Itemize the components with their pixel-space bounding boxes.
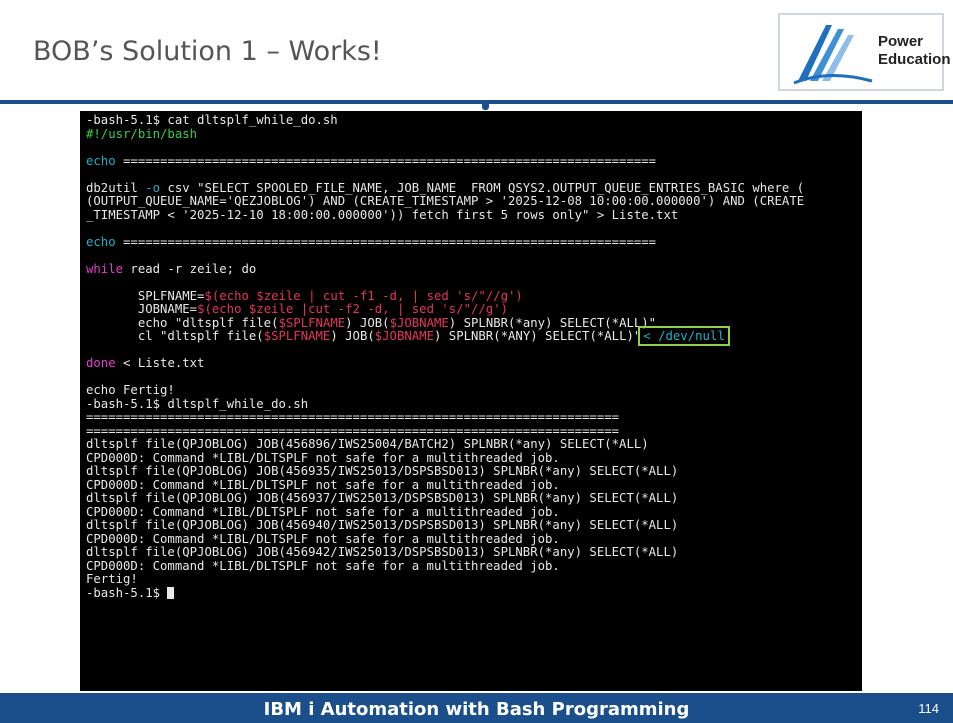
terminal-text: db2util [86,180,146,195]
terminal-text: ========================================… [123,153,657,168]
terminal-text: $JOBNAME [389,315,449,330]
terminal-line: db2util -o csv "SELECT SPOOLED_FILE_NAME… [86,180,862,196]
terminal-line: ========================================… [86,410,862,425]
slide-title: BOB’s Solution 1 – Works! [33,36,382,67]
terminal-line: echo ===================================… [86,153,862,169]
terminal-line: -bash-5.1$ dltsplf_while_do.sh [86,396,862,412]
logo-line-1: Power [878,33,924,50]
terminal-line: ========================================… [86,423,862,439]
terminal-text: ========================================… [86,423,620,438]
terminal-cursor[interactable] [167,586,175,599]
terminal-text: Fertig! [86,572,138,586]
terminal-text: CPD000D: Command *LIBL/DLTSPLF not safe … [86,558,560,573]
terminal-text: dltsplf file(QPJOBLOG) JOB(456937/IWS250… [86,491,679,505]
footer-bar: IBM i Automation with Bash Programming 1… [0,693,953,723]
terminal-text: CPD000D: Command *LIBL/DLTSPLF not safe … [86,531,560,546]
terminal-text: #!/usr/bin/bash [86,126,198,141]
terminal-line: JOBNAME=$(echo $zeile |cut -f2 -d, | sed… [86,302,862,317]
terminal-line: -bash-5.1$ [86,585,862,601]
terminal-text: $(echo $zeile | cut -f1 -d, | sed 's/"//… [204,288,523,303]
terminal-text: -bash-5.1$ [86,585,168,600]
terminal-line: dltsplf file(QPJOBLOG) JOB(456942/IWS250… [86,545,862,560]
book-logo-icon [793,25,873,85]
terminal-text: echo "dltsplf file( [86,315,279,330]
terminal-line: CPD000D: Command *LIBL/DLTSPLF not safe … [86,450,862,466]
terminal-text: $(echo $zeile |cut -f2 -d, | sed 's/"//g… [197,302,509,316]
terminal-text: JOBNAME= [86,302,198,316]
slide: BOB’s Solution 1 – Works! Power Educatio… [0,0,953,723]
terminal-text: -o [145,180,161,195]
terminal-line: cl "dltsplf file($SPLFNAME) JOB($JOBNAME… [86,326,862,346]
terminal-line: dltsplf file(QPJOBLOG) JOB(456935/IWS250… [86,464,862,479]
terminal-text: cl "dltsplf file( [86,329,264,343]
terminal-screenshot: -bash-5.1$ cat dltsplf_while_do.sh #!/usr… [80,111,862,691]
page-number: 114 [918,701,939,716]
terminal-line: echo Fertig! [86,383,862,398]
title-bar: BOB’s Solution 1 – Works! Power Educatio… [0,0,953,104]
highlighted-redirect: < /dev/null [638,326,730,346]
terminal-text: echo [86,153,124,168]
terminal-text: _TIMESTAMP < '2025-12-10 18:00:00.000000… [86,207,679,222]
title-underline-mark [482,104,489,110]
terminal-text: $JOBNAME [374,329,434,343]
terminal-text: dltsplf file(QPJOBLOG) JOB(456942/IWS250… [86,545,679,559]
terminal-line: done < Liste.txt [86,356,862,371]
terminal-text: (OUTPUT_QUEUE_NAME='QEZJOBLOG') AND (CRE… [86,194,805,208]
terminal-text: echo [86,234,124,249]
terminal-text: SPLFNAME= [86,288,205,303]
terminal-line: CPD000D: Command *LIBL/DLTSPLF not safe … [86,531,862,547]
terminal-text: $SPLFNAME [263,329,331,343]
terminal-text: CPD000D: Command *LIBL/DLTSPLF not safe … [86,450,560,465]
terminal-text: -bash-5.1$ cat dltsplf_while_do.sh [86,113,338,127]
terminal-text: -bash-5.1$ dltsplf_while_do.sh [86,396,309,411]
terminal-line: (OUTPUT_QUEUE_NAME='QEZJOBLOG') AND (CRE… [86,194,862,209]
terminal-text: ) JOB( [330,329,375,343]
terminal-line: Fertig! [86,572,862,587]
logo-line-2: Education [878,51,951,68]
terminal-text: ========================================… [86,410,620,424]
terminal-line: _TIMESTAMP < '2025-12-10 18:00:00.000000… [86,207,862,223]
power-education-logo: Power Education [778,13,951,91]
terminal-line: dltsplf file(QPJOBLOG) JOB(456940/IWS250… [86,518,862,533]
terminal-text: < Liste.txt [115,356,205,370]
terminal-text: csv "SELECT SPOOLED_FILE_NAME, JOB_NAME … [160,180,805,195]
terminal-line: echo "dltsplf file($SPLFNAME) JOB($JOBNA… [86,315,862,331]
terminal-line: SPLFNAME=$(echo $zeile | cut -f1 -d, | s… [86,288,862,304]
terminal-line: #!/usr/bin/bash [86,126,862,142]
terminal-text: ========================================… [123,234,657,249]
terminal-text: $SPLFNAME [278,315,346,330]
terminal-line: CPD000D: Command *LIBL/DLTSPLF not safe … [86,504,862,520]
terminal-text: dltsplf file(QPJOBLOG) JOB(456896/IWS250… [86,437,649,451]
terminal-text: CPD000D: Command *LIBL/DLTSPLF not safe … [86,477,560,492]
footer-title: IBM i Automation with Bash Programming [263,699,690,720]
terminal-text: dltsplf file(QPJOBLOG) JOB(456935/IWS250… [86,464,679,478]
logo-text: Power Education [878,33,951,69]
terminal-line: CPD000D: Command *LIBL/DLTSPLF not safe … [86,558,862,574]
terminal-text: ) SPLNBR(*ANY) SELECT(*ALL)" [433,329,642,343]
terminal-text: while [86,261,124,276]
terminal-text: read -r zeile; do [123,261,257,276]
terminal-text: ) SPLNBR(*any) SELECT(*ALL)" [448,315,657,330]
terminal-text: ) JOB( [345,315,390,330]
terminal-line: -bash-5.1$ cat dltsplf_while_do.sh [86,113,862,128]
terminal-text: echo Fertig! [86,383,175,397]
terminal-line: while read -r zeile; do [86,261,862,277]
terminal-text: done [86,356,116,370]
terminal-line: dltsplf file(QPJOBLOG) JOB(456896/IWS250… [86,437,862,452]
terminal-line: CPD000D: Command *LIBL/DLTSPLF not safe … [86,477,862,493]
terminal-line: dltsplf file(QPJOBLOG) JOB(456937/IWS250… [86,491,862,506]
terminal-text: dltsplf file(QPJOBLOG) JOB(456940/IWS250… [86,518,679,532]
terminal-text: CPD000D: Command *LIBL/DLTSPLF not safe … [86,504,560,519]
terminal-line: echo ===================================… [86,234,862,250]
